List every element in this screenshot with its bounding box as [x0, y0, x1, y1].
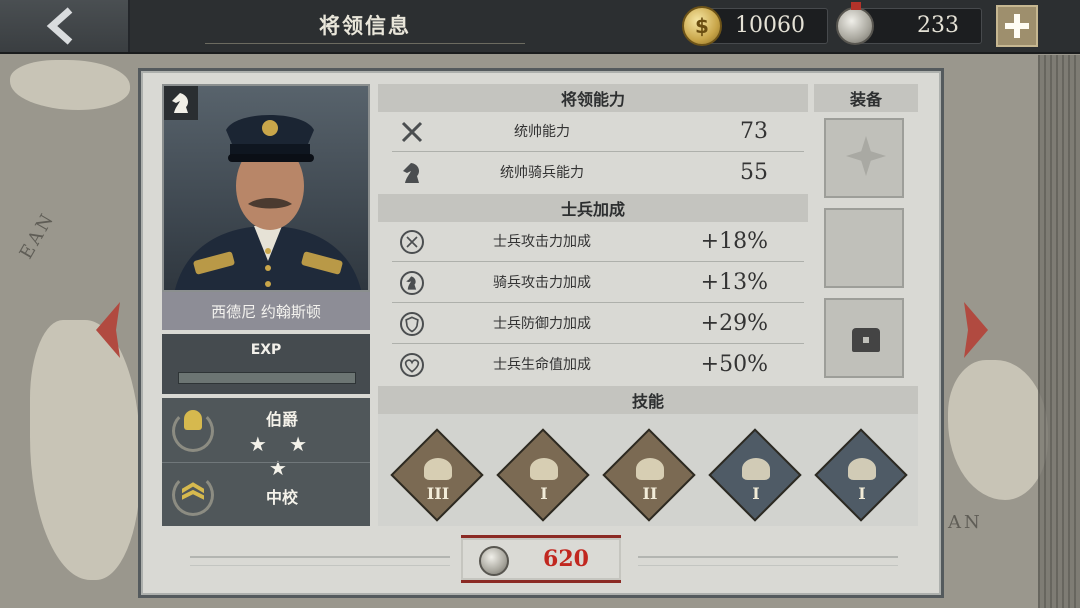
skill-slot[interactable]: I	[496, 428, 592, 524]
bonus-label: 士兵生命值加成	[493, 357, 591, 373]
helmet-rank-icon	[184, 410, 202, 430]
bonus-value: +18%	[700, 229, 768, 254]
noble-title: 伯爵	[265, 410, 298, 429]
skill-slot[interactable]: II	[602, 428, 698, 524]
rank-section: 伯爵 ★ ★ ★ 中校	[162, 398, 370, 526]
skills-heading: 技能	[378, 386, 918, 414]
exp-section: EXP	[162, 334, 370, 394]
horse-head-icon	[403, 163, 419, 183]
heart-plus-icon	[400, 353, 424, 377]
attack-plus-icon	[400, 230, 424, 254]
skill-slot[interactable]: III	[390, 428, 486, 524]
bonus-value: +50%	[700, 352, 768, 377]
horse-head-icon	[530, 458, 558, 480]
top-bar: 将领信息 10060 $ 233	[0, 0, 1080, 54]
bonus-label: 士兵攻击力加成	[493, 234, 591, 250]
officer-figure	[175, 115, 361, 290]
cavalry-plus-icon	[400, 271, 424, 295]
bonus-label: 骑兵攻击力加成	[493, 275, 591, 291]
rank-stars: ★ ★ ★	[248, 432, 316, 480]
ability-row: 统帅骑兵能力 55	[392, 153, 804, 193]
medal-placeholder-icon	[846, 136, 886, 176]
gold-coin-icon: $	[682, 6, 722, 46]
skill-level: I	[752, 484, 760, 503]
exp-label: EXP	[250, 342, 282, 358]
page-title: 将领信息	[319, 13, 411, 38]
exp-bar	[178, 372, 356, 384]
bonus-row: 士兵攻击力加成 +18%	[392, 222, 804, 262]
skill-level: III	[426, 484, 450, 503]
skill-level: I	[540, 484, 548, 503]
back-button[interactable]	[0, 0, 130, 52]
back-arrow-icon	[46, 7, 73, 45]
skill-level: II	[642, 484, 658, 503]
ability-row: 统帅能力 73	[392, 112, 804, 152]
next-general-arrow-icon[interactable]	[962, 300, 992, 360]
abilities-heading: 将领能力	[378, 84, 808, 112]
cavalry-charge-icon	[424, 458, 452, 480]
general-name: 西德尼 约翰斯顿	[162, 292, 370, 330]
skill-slot[interactable]: I	[708, 428, 804, 524]
shield-plus-icon	[400, 312, 424, 336]
equipment-heading: 装备	[814, 84, 918, 112]
general-portrait	[162, 84, 370, 292]
ability-label: 统帅能力	[514, 124, 570, 140]
bonuses-heading: 士兵加成	[378, 194, 808, 222]
chest-icon	[852, 328, 880, 352]
bonus-row: 士兵防御力加成 +29%	[392, 304, 804, 344]
ability-label: 统帅骑兵能力	[500, 165, 584, 181]
ability-value: 73	[740, 119, 768, 144]
ability-value: 55	[740, 160, 768, 185]
skill-level: I	[858, 484, 866, 503]
decorative-line	[190, 556, 450, 566]
title-container: 将领信息	[205, 6, 525, 44]
bonus-label: 士兵防御力加成	[493, 316, 591, 332]
military-rank: 中校	[265, 488, 298, 507]
previous-general-arrow-icon[interactable]	[92, 300, 122, 360]
laurel-wreath-icon	[172, 474, 214, 516]
equipment-slot-medal[interactable]	[824, 118, 904, 198]
gold-value: 10060	[735, 13, 805, 38]
cost-value: 620	[543, 546, 589, 572]
promote-cost-button[interactable]: 620	[461, 535, 621, 583]
swords-icon	[401, 121, 423, 143]
medal-icon	[479, 546, 509, 576]
bonus-row: 士兵生命值加成 +50%	[392, 345, 804, 385]
equipment-slot-chest[interactable]	[824, 298, 904, 378]
helmet-icon	[636, 458, 664, 480]
skill-slot[interactable]: I	[814, 428, 910, 524]
bonus-row: 骑兵攻击力加成 +13%	[392, 263, 804, 303]
decorative-line	[638, 556, 898, 566]
medal-icon	[836, 2, 874, 45]
medal-value: 233	[917, 13, 959, 38]
bonus-value: +13%	[700, 270, 768, 295]
horn-icon	[848, 458, 876, 480]
add-currency-button[interactable]	[996, 5, 1038, 47]
equipment-slot-empty[interactable]	[824, 208, 904, 288]
bonus-value: +29%	[700, 311, 768, 336]
medal-counter: 233	[856, 8, 982, 44]
fist-icon	[742, 458, 770, 480]
